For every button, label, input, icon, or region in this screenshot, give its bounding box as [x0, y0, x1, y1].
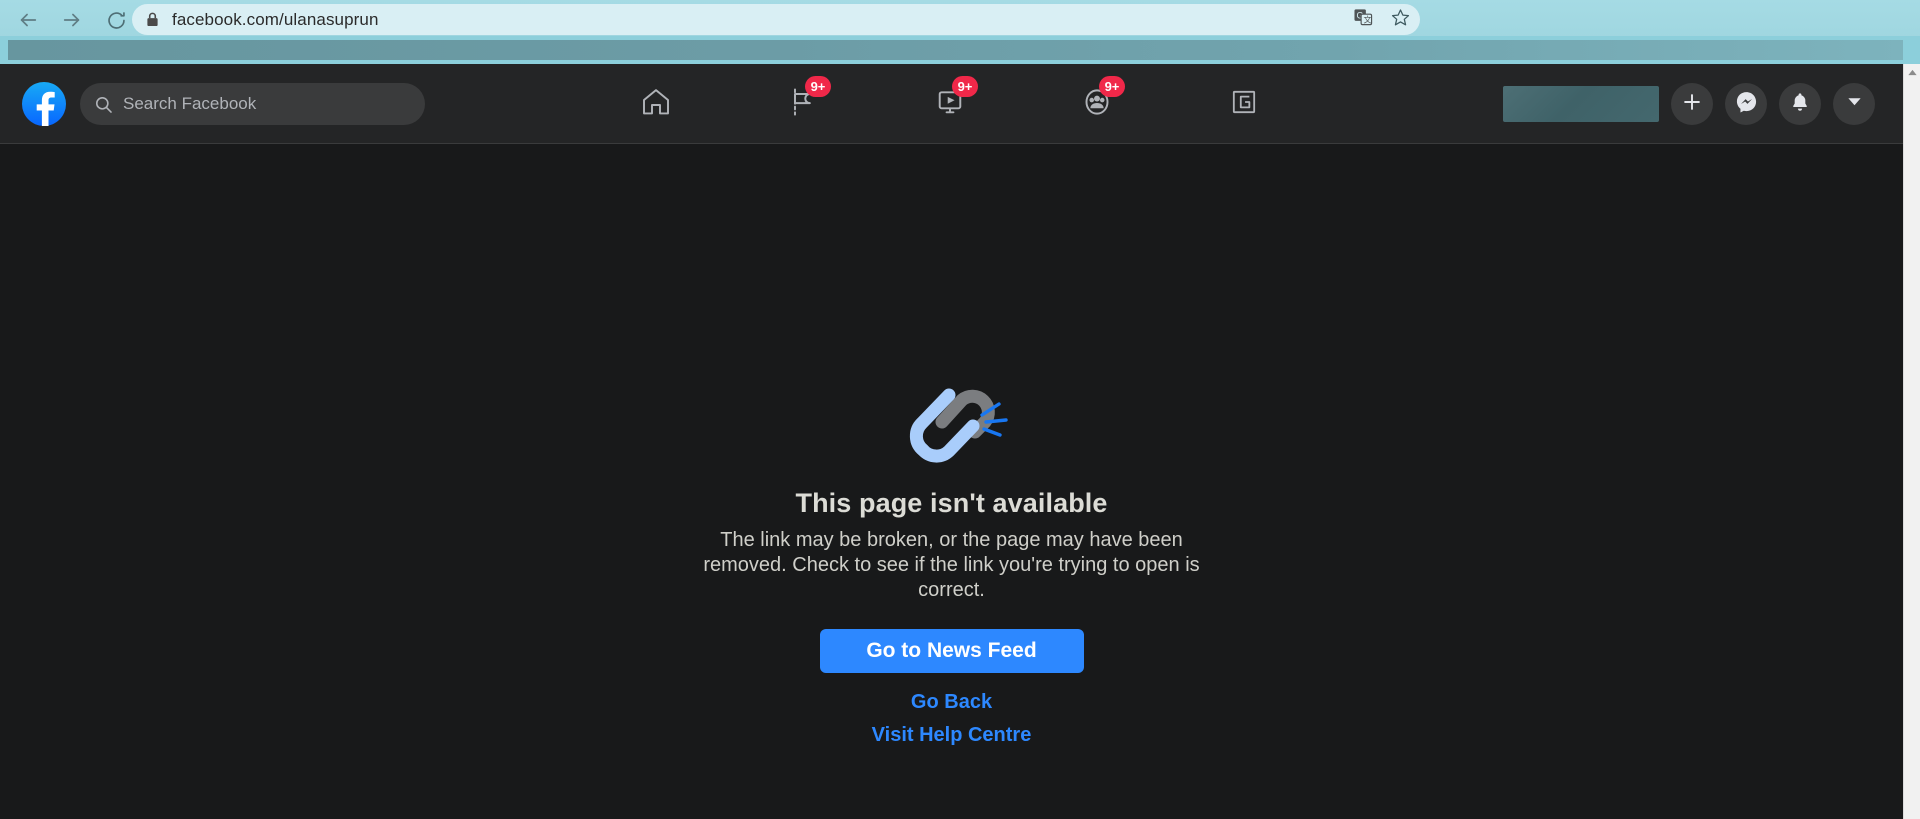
back-button[interactable]: [6, 2, 50, 38]
search-input[interactable]: Search Facebook: [80, 83, 425, 125]
lock-icon: [146, 12, 159, 27]
plus-icon: [1681, 91, 1703, 118]
search-placeholder: Search Facebook: [123, 94, 257, 113]
navbar-tabs: 9+ 9+ 9+: [600, 64, 1300, 144]
gaming-icon: [1229, 87, 1259, 122]
visit-help-centre-link[interactable]: Visit Help Centre: [872, 724, 1032, 747]
translate-icon[interactable]: G 文: [1354, 8, 1373, 32]
scroll-up-arrow-icon[interactable]: [1904, 64, 1920, 81]
search-icon: [94, 95, 113, 114]
sidebar-item-home[interactable]: [600, 74, 712, 134]
badge-watch: 9+: [952, 76, 978, 97]
sidebar-item-groups[interactable]: 9+: [1041, 74, 1153, 134]
svg-text:文: 文: [1364, 14, 1372, 24]
profile-name-redacted[interactable]: [1503, 86, 1659, 122]
facebook-logo[interactable]: [22, 82, 66, 126]
address-bar[interactable]: facebook.com/ulanasuprun G 文: [132, 4, 1420, 35]
account-menu-button[interactable]: [1833, 83, 1875, 125]
page-title: This page isn't available: [795, 488, 1108, 518]
badge-groups: 9+: [1099, 76, 1125, 97]
bell-icon: [1789, 91, 1811, 118]
sidebar-item-pages[interactable]: 9+: [747, 74, 859, 134]
address-bar-url: facebook.com/ulanasuprun: [172, 9, 379, 29]
broken-link-icon: [887, 350, 1017, 466]
messenger-icon: [1735, 90, 1758, 118]
create-button[interactable]: [1671, 83, 1713, 125]
go-to-news-feed-button[interactable]: Go to News Feed: [819, 629, 1084, 673]
chevron-down-icon: [1846, 93, 1863, 115]
notifications-button[interactable]: [1779, 83, 1821, 125]
forward-button[interactable]: [50, 2, 94, 38]
forward-arrow-icon: [61, 9, 83, 31]
error-description: The link may be broken, or the page may …: [703, 529, 1200, 601]
go-back-link[interactable]: Go Back: [911, 691, 992, 714]
messenger-button[interactable]: [1725, 83, 1767, 125]
sidebar-item-watch[interactable]: 9+: [894, 74, 1006, 134]
page-scrollbar[interactable]: [1903, 64, 1920, 819]
browser-nav-buttons: [0, 2, 138, 38]
error-page: This page isn't available The link may b…: [0, 145, 1903, 819]
facebook-navbar: Search Facebook 9+ 9+ 9+: [0, 64, 1903, 144]
badge-pages: 9+: [805, 76, 831, 97]
star-icon[interactable]: [1391, 8, 1410, 32]
facebook-f-icon: [36, 91, 55, 126]
back-arrow-icon: [17, 9, 39, 31]
address-bar-actions: G 文: [1354, 4, 1410, 35]
reload-icon: [106, 10, 127, 31]
home-icon: [640, 86, 672, 123]
navbar-account-actions: [1503, 64, 1875, 144]
browser-chrome: facebook.com/ulanasuprun G 文: [0, 0, 1920, 40]
browser-toolbar-band-redacted: [8, 40, 1903, 60]
sidebar-item-gaming[interactable]: [1188, 74, 1300, 134]
